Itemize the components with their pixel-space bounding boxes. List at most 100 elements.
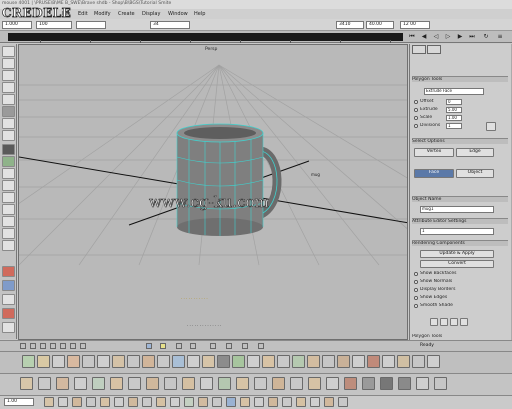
shelf-tool-icon[interactable] [262,355,275,368]
shelf-tool-icon[interactable] [412,355,425,368]
bottom-tool-icon[interactable] [310,397,320,407]
shelf-tool-icon[interactable] [326,377,339,390]
rotate-tool-icon[interactable] [2,82,15,93]
menu-item-display[interactable]: Display [142,11,160,17]
shelf-tool-icon[interactable] [52,355,65,368]
shelf-tool-icon[interactable] [22,355,35,368]
bottom-tool-icon[interactable] [254,397,264,407]
value-field-3[interactable] [76,21,106,29]
mode-button-object[interactable]: Object [456,169,494,178]
status-icon[interactable] [258,343,264,349]
shelf-tool-icon[interactable] [67,355,80,368]
shelf-tool-icon[interactable] [308,377,321,390]
panel-tab-channels[interactable] [412,45,426,54]
bottom-tool-icon[interactable] [142,397,152,407]
shelf-tool-icon[interactable] [127,355,140,368]
bottom-tool-icon[interactable] [100,397,110,407]
shelf-tool-icon[interactable] [344,377,357,390]
reset-button[interactable] [486,122,496,131]
object-name-field[interactable]: mug1 [420,206,494,213]
shelf-tool-icon[interactable] [182,377,195,390]
snap-curve-icon[interactable] [2,308,15,319]
shelf-tool-icon[interactable] [362,377,375,390]
manipulator-tool-icon[interactable] [2,106,15,117]
close-icon[interactable] [460,318,468,326]
shelf-tool-icon[interactable] [337,355,350,368]
bottom-tool-icon[interactable] [44,397,54,407]
bottom-tool-icon[interactable] [156,397,166,407]
bottom-tool-icon[interactable] [72,397,82,407]
hypershade-layout-icon[interactable] [2,192,15,203]
status-icon[interactable] [146,343,152,349]
persp-outliner-icon[interactable] [2,168,15,179]
go-to-start-icon[interactable]: ⏮ [408,33,416,41]
menu-item-help[interactable]: Help [194,11,205,17]
checkbox[interactable] [414,280,418,284]
bottom-tool-icon[interactable] [240,397,250,407]
shelf-tool-icon[interactable] [380,377,393,390]
shelf-tool-icon[interactable] [232,355,245,368]
panel-tab-layers[interactable] [427,45,441,54]
status-icon[interactable] [226,343,232,349]
shelf-tool-icon[interactable] [128,377,141,390]
mode-button-edge[interactable]: Edge [456,148,494,157]
four-view-icon[interactable] [2,156,15,167]
ipr-render-icon[interactable] [2,280,15,291]
step-forward-icon[interactable]: ▶ [456,33,464,41]
play-back-icon[interactable]: ◁ [432,33,440,41]
time-slider[interactable] [8,33,403,41]
go-to-end-icon[interactable]: ⏭ [468,33,476,41]
shelf-tool-icon[interactable] [290,377,303,390]
render-icon[interactable] [2,266,15,277]
value-field-6[interactable]: 40.00 [366,21,394,29]
bottom-tool-icon[interactable] [268,397,278,407]
single-view-icon[interactable] [2,144,15,155]
shelf-tool-icon[interactable] [200,377,213,390]
refresh-icon[interactable] [440,318,448,326]
shelf-tool-icon[interactable] [277,355,290,368]
shelf-tool-icon[interactable] [416,377,429,390]
param-radio[interactable] [414,116,418,120]
status-icon[interactable] [30,343,36,349]
perspective-viewport[interactable]: Persp mug www.cg-ku.com · · · · · · · · … [18,44,408,340]
bottom-tool-icon[interactable] [226,397,236,407]
bottom-tool-icon[interactable] [114,397,124,407]
select-tool-icon[interactable] [2,46,15,57]
mode-button-face[interactable]: Face [414,169,454,178]
shelf-tool-icon[interactable] [38,377,51,390]
bottom-tool-icon[interactable] [198,397,208,407]
shelf-tool-icon[interactable] [307,355,320,368]
bottom-tool-icon[interactable] [296,397,306,407]
value-field-2[interactable]: 100 [36,21,72,29]
attribute-field[interactable]: 1 [420,228,494,235]
bottom-tool-icon[interactable] [324,397,334,407]
shelf-tool-icon[interactable] [157,355,170,368]
shelf-tool-icon[interactable] [427,355,440,368]
status-icon[interactable] [176,343,182,349]
bottom-tool-icon[interactable] [282,397,292,407]
section-header[interactable]: Select Options [412,138,508,144]
tool-name-field[interactable]: Extrude Face [424,88,484,95]
value-field-1[interactable]: 1.000 [2,21,32,29]
value-field-4[interactable]: 34 [150,21,190,29]
step-back-icon[interactable]: ◀ [420,33,428,41]
bottom-tool-icon[interactable] [86,397,96,407]
param-field[interactable]: 5.00 [446,107,462,113]
shelf-tool-icon[interactable] [272,377,285,390]
status-icon[interactable] [80,343,86,349]
status-icon[interactable] [20,343,26,349]
bottom-tool-icon[interactable] [338,397,348,407]
shelf-tool-icon[interactable] [247,355,260,368]
snap-grid-icon[interactable] [2,294,15,305]
shelf-tool-icon[interactable] [112,355,125,368]
snap-point-icon[interactable] [2,322,15,333]
bottom-tool-icon[interactable] [58,397,68,407]
checkbox[interactable] [414,288,418,292]
script-layout-icon[interactable] [2,216,15,227]
loop-icon[interactable]: ↻ [482,33,490,41]
scale-tool-icon[interactable] [2,94,15,105]
shelf-tool-icon[interactable] [398,377,411,390]
persp-graph-icon[interactable] [2,180,15,191]
status-icon[interactable] [50,343,56,349]
move-tool-icon[interactable] [2,70,15,81]
